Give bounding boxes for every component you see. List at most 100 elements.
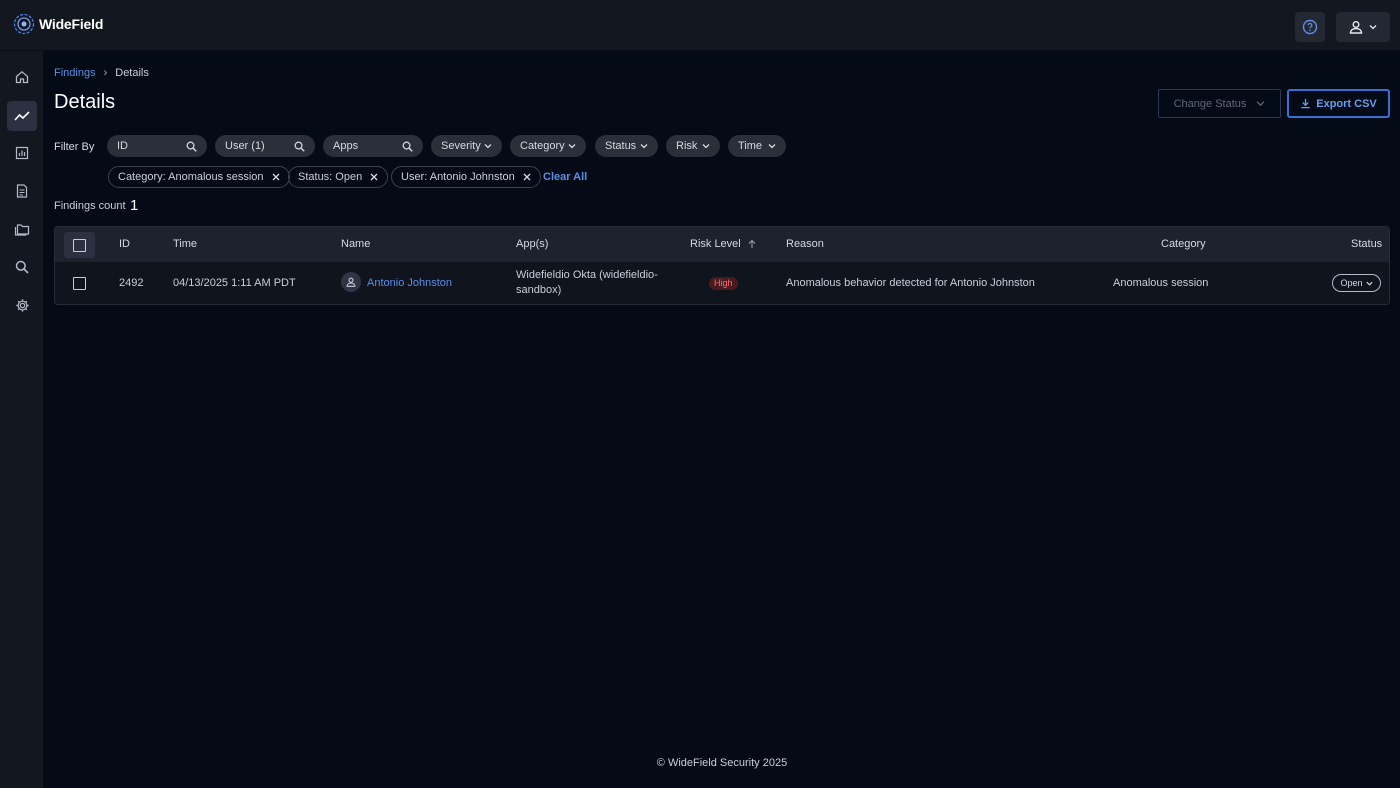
filter-by-label: Filter By bbox=[54, 141, 95, 153]
column-header-category[interactable]: Category bbox=[1161, 238, 1206, 250]
chip-label: Status: Open bbox=[298, 171, 363, 183]
breadcrumb-separator: › bbox=[103, 67, 108, 79]
help-icon bbox=[1302, 19, 1318, 35]
chip-label: User: Antonio Johnston bbox=[401, 171, 515, 183]
filter-user-search[interactable]: User (1) bbox=[215, 135, 315, 157]
filter-risk-dropdown[interactable]: Risk bbox=[666, 135, 720, 157]
row-category: Anomalous session bbox=[1113, 277, 1209, 289]
column-header-name[interactable]: Name bbox=[341, 238, 370, 250]
row-status-label: Open bbox=[1340, 278, 1363, 288]
table-header: ID Time Name App(s) Risk Level Reason Ca… bbox=[55, 227, 1389, 262]
close-icon[interactable] bbox=[272, 173, 280, 181]
chevron-down-icon bbox=[768, 144, 776, 149]
filter-time-label: Time bbox=[738, 140, 763, 152]
breadcrumb-findings-link[interactable]: Findings bbox=[54, 67, 96, 79]
select-all-checkbox[interactable] bbox=[64, 232, 95, 258]
active-filter-chip-user: User: Antonio Johnston bbox=[391, 166, 541, 188]
findings-count-label: Findings count bbox=[54, 200, 126, 212]
filter-time-dropdown[interactable]: Time bbox=[728, 135, 786, 157]
chevron-down-icon bbox=[484, 144, 492, 149]
widefield-logo-icon bbox=[13, 13, 35, 35]
column-header-id[interactable]: ID bbox=[119, 238, 130, 250]
sidebar-item-folders[interactable] bbox=[7, 214, 37, 244]
filter-apps-label: Apps bbox=[333, 140, 359, 152]
close-icon[interactable] bbox=[370, 173, 378, 181]
search-icon bbox=[15, 260, 29, 274]
filter-id-search[interactable]: ID bbox=[107, 135, 207, 157]
filter-status-dropdown[interactable]: Status bbox=[595, 135, 658, 157]
filter-apps-search[interactable]: Apps bbox=[323, 135, 423, 157]
chevron-down-icon bbox=[568, 144, 576, 149]
search-icon bbox=[402, 141, 413, 152]
filter-risk-label: Risk bbox=[676, 140, 698, 152]
checkbox-box bbox=[73, 238, 86, 252]
clear-all-filters-link[interactable]: Clear All bbox=[543, 171, 587, 183]
sidebar-item-search[interactable] bbox=[7, 252, 37, 282]
app-logo[interactable]: WideField bbox=[13, 13, 103, 35]
app-name: WideField bbox=[39, 16, 104, 32]
column-header-reason[interactable]: Reason bbox=[786, 238, 824, 250]
change-status-button[interactable]: Change Status bbox=[1158, 89, 1281, 118]
page-title: Details bbox=[54, 91, 116, 113]
sidebar bbox=[0, 51, 43, 788]
search-icon bbox=[186, 141, 197, 152]
search-icon bbox=[294, 141, 305, 152]
bar-chart-icon bbox=[15, 146, 29, 160]
folder-icon bbox=[14, 224, 30, 236]
filter-id-label: ID bbox=[117, 140, 128, 152]
active-filter-chip-category: Category: Anomalous session bbox=[108, 166, 290, 188]
filter-category-label: Category bbox=[520, 140, 565, 152]
user-icon bbox=[1349, 21, 1363, 34]
chevron-down-icon bbox=[1365, 281, 1373, 286]
column-header-apps[interactable]: App(s) bbox=[516, 238, 548, 250]
filter-category-dropdown[interactable]: Category bbox=[510, 135, 586, 157]
row-reason: Anomalous behavior detected for Antonio … bbox=[786, 277, 1035, 289]
row-time: 04/13/2025 1:11 AM PDT bbox=[173, 277, 296, 289]
gear-icon bbox=[15, 298, 29, 312]
breadcrumb: Findings › Details bbox=[54, 67, 149, 79]
breadcrumb-current: Details bbox=[115, 67, 149, 79]
filter-user-label: User (1) bbox=[225, 140, 265, 152]
row-status-dropdown[interactable]: Open bbox=[1332, 274, 1381, 292]
sidebar-item-home[interactable] bbox=[7, 62, 37, 92]
sidebar-item-findings[interactable] bbox=[7, 101, 37, 131]
risk-badge: High bbox=[709, 277, 738, 290]
home-icon bbox=[15, 70, 29, 84]
document-icon bbox=[16, 184, 28, 198]
column-header-time[interactable]: Time bbox=[173, 238, 197, 250]
sort-ascending-icon bbox=[748, 239, 756, 248]
filter-severity-label: Severity bbox=[441, 140, 481, 152]
active-filter-chip-status: Status: Open bbox=[288, 166, 389, 188]
trend-line-icon bbox=[14, 111, 30, 121]
top-bar: WideField bbox=[0, 0, 1400, 51]
sidebar-item-settings[interactable] bbox=[7, 290, 37, 320]
findings-table: ID Time Name App(s) Risk Level Reason Ca… bbox=[54, 226, 1390, 305]
help-button[interactable] bbox=[1295, 12, 1325, 42]
download-icon bbox=[1301, 98, 1310, 109]
chevron-down-icon bbox=[1369, 25, 1377, 30]
export-csv-button[interactable]: Export CSV bbox=[1287, 89, 1390, 118]
footer-copyright: © WideField Security 2025 bbox=[656, 757, 788, 769]
findings-count-value: 1 bbox=[130, 197, 139, 214]
table-row[interactable]: 2492 04/13/2025 1:11 AM PDT Antonio John… bbox=[55, 262, 1389, 304]
column-header-risk-level[interactable]: Risk Level bbox=[690, 238, 756, 250]
row-user-name-link[interactable]: Antonio Johnston bbox=[367, 277, 452, 289]
chevron-down-icon bbox=[640, 144, 648, 149]
filter-severity-dropdown[interactable]: Severity bbox=[431, 135, 502, 157]
close-icon[interactable] bbox=[523, 173, 531, 181]
export-csv-label: Export CSV bbox=[1316, 97, 1377, 110]
sidebar-item-documents[interactable] bbox=[7, 176, 37, 206]
column-header-status[interactable]: Status bbox=[1351, 238, 1382, 250]
row-apps-line2: sandbox) bbox=[516, 284, 562, 296]
user-menu-button[interactable] bbox=[1336, 12, 1390, 42]
row-select-checkbox[interactable] bbox=[73, 277, 86, 290]
avatar bbox=[341, 272, 361, 292]
column-header-risk-level-label: Risk Level bbox=[690, 238, 741, 250]
chip-label: Category: Anomalous session bbox=[118, 171, 264, 183]
user-icon bbox=[346, 277, 356, 287]
filter-status-label: Status bbox=[605, 140, 637, 152]
chevron-down-icon bbox=[702, 144, 710, 149]
row-apps-line1: Widefieldio Okta (widefieldio- bbox=[516, 269, 658, 281]
chevron-down-icon bbox=[1257, 101, 1265, 107]
sidebar-item-reports[interactable] bbox=[7, 138, 37, 168]
